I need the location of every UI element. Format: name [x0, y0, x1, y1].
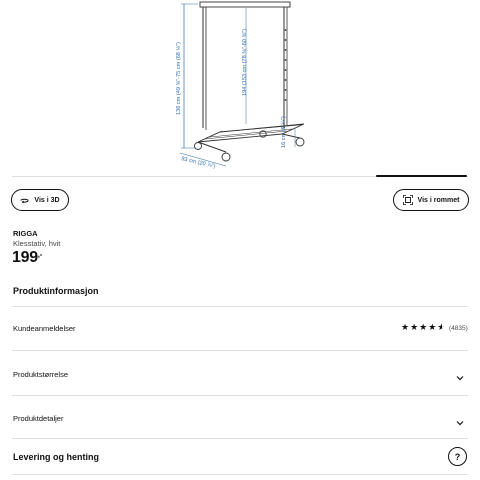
view-in-room-label: Vis i rommet — [417, 196, 460, 204]
divider — [12, 474, 468, 475]
help-button[interactable]: ? — [448, 447, 467, 466]
product-details-accordion[interactable]: Produktdetaljer — [13, 414, 63, 423]
clothes-rack-drawing: 136 cm (49 ⅝"-75 cm (68 ⅛") 194 (153 cm … — [176, 1, 305, 170]
chevron-down-icon[interactable] — [456, 374, 464, 382]
view-3d-button[interactable]: Vis i 3D — [11, 189, 69, 211]
price-suffix: ,- — [37, 250, 43, 259]
view-in-room-button[interactable]: Vis i rommet — [393, 189, 469, 211]
product-info-heading: Produktinformasjon — [13, 286, 99, 296]
dimension-shelf-height: 16 cm (6 ¼") — [281, 116, 287, 148]
star-full-icon: ★ — [428, 322, 437, 332]
product-size-accordion[interactable]: Produktstørrelse — [13, 370, 68, 379]
delivery-heading: Levering og henting — [13, 452, 100, 462]
star-full-icon: ★ — [419, 322, 428, 332]
star-full-icon: ★ — [410, 322, 419, 332]
star-full-icon: ★ — [401, 322, 410, 332]
dimension-total-height: 136 cm (49 ⅝"-75 cm (68 ⅛") — [176, 42, 182, 115]
review-count[interactable]: (4835) — [449, 325, 468, 332]
divider — [12, 395, 468, 396]
ar-room-icon — [402, 195, 413, 205]
divider — [12, 306, 468, 307]
product-name: RIGGA — [13, 229, 38, 238]
product-dimension-image: 136 cm (49 ⅝"-75 cm (68 ⅛") 194 (153 cm … — [0, 0, 480, 178]
price-value: 199 — [12, 249, 38, 266]
chevron-down-icon[interactable] — [456, 419, 464, 427]
rotate-3d-icon — [20, 198, 29, 203]
product-price: 199,- — [12, 249, 42, 267]
divider — [12, 438, 468, 439]
dimension-rail-height: 194 (153 cm (78 ⅜"-60 ⅝") — [242, 29, 248, 96]
view-3d-label: Vis i 3D — [34, 196, 60, 204]
divider — [12, 350, 468, 351]
customer-reviews-link[interactable]: Kundeanmeldelser — [13, 324, 76, 333]
product-description: Klesstativ, hvit — [13, 239, 61, 248]
rating-stars[interactable]: ★ ★ ★ ★ ★ ★ — [401, 323, 445, 332]
star-half-icon: ★ ★ — [437, 322, 446, 332]
gallery-scrollbar-thumb[interactable] — [376, 175, 467, 177]
